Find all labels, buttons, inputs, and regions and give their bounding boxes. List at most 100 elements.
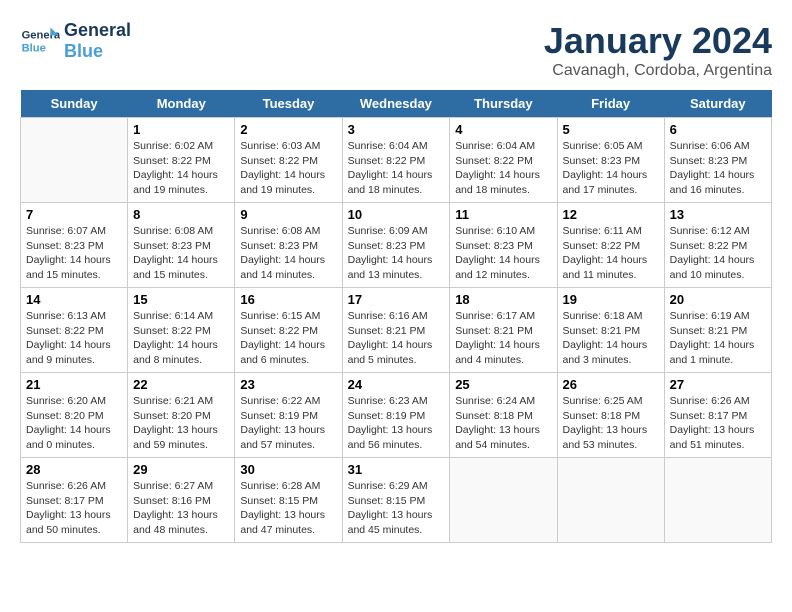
calendar-cell: 1Sunrise: 6:02 AMSunset: 8:22 PMDaylight…	[128, 118, 235, 203]
calendar-cell: 5Sunrise: 6:05 AMSunset: 8:23 PMDaylight…	[557, 118, 664, 203]
date-number: 18	[455, 292, 551, 307]
date-number: 20	[670, 292, 766, 307]
cell-info: Sunrise: 6:12 AM	[670, 224, 766, 239]
svg-text:Blue: Blue	[22, 42, 46, 54]
date-number: 7	[26, 207, 122, 222]
date-number: 22	[133, 377, 229, 392]
calendar-cell: 25Sunrise: 6:24 AMSunset: 8:18 PMDayligh…	[450, 373, 557, 458]
calendar-cell: 16Sunrise: 6:15 AMSunset: 8:22 PMDayligh…	[235, 288, 342, 373]
cell-info: Sunrise: 6:25 AM	[563, 394, 659, 409]
date-number: 9	[240, 207, 336, 222]
date-number: 31	[348, 462, 445, 477]
calendar-cell: 6Sunrise: 6:06 AMSunset: 8:23 PMDaylight…	[664, 118, 771, 203]
cell-info: Daylight: 14 hours and 6 minutes.	[240, 338, 336, 367]
cell-info: Sunset: 8:23 PM	[670, 154, 766, 169]
logo-blue: Blue	[64, 41, 131, 62]
date-number: 21	[26, 377, 122, 392]
cell-info: Sunrise: 6:05 AM	[563, 139, 659, 154]
cell-info: Daylight: 13 hours and 57 minutes.	[240, 423, 336, 452]
cell-info: Sunset: 8:18 PM	[455, 409, 551, 424]
week-row-4: 21Sunrise: 6:20 AMSunset: 8:20 PMDayligh…	[21, 373, 772, 458]
cell-info: Sunset: 8:20 PM	[26, 409, 122, 424]
calendar-cell: 2Sunrise: 6:03 AMSunset: 8:22 PMDaylight…	[235, 118, 342, 203]
header: General Blue General Blue January 2024 C…	[20, 20, 772, 80]
cell-info: Sunset: 8:15 PM	[240, 494, 336, 509]
cell-info: Sunrise: 6:04 AM	[348, 139, 445, 154]
date-number: 27	[670, 377, 766, 392]
cell-info: Sunrise: 6:28 AM	[240, 479, 336, 494]
date-number: 26	[563, 377, 659, 392]
date-number: 23	[240, 377, 336, 392]
cell-info: Daylight: 14 hours and 15 minutes.	[133, 253, 229, 282]
date-number: 1	[133, 122, 229, 137]
date-number: 6	[670, 122, 766, 137]
cell-info: Daylight: 13 hours and 51 minutes.	[670, 423, 766, 452]
location-title: Cavanagh, Cordoba, Argentina	[544, 62, 772, 80]
cell-info: Daylight: 14 hours and 18 minutes.	[348, 168, 445, 197]
cell-info: Daylight: 13 hours and 45 minutes.	[348, 508, 445, 537]
calendar-cell: 22Sunrise: 6:21 AMSunset: 8:20 PMDayligh…	[128, 373, 235, 458]
date-number: 2	[240, 122, 336, 137]
date-number: 24	[348, 377, 445, 392]
cell-info: Sunrise: 6:22 AM	[240, 394, 336, 409]
cell-info: Daylight: 14 hours and 15 minutes.	[26, 253, 122, 282]
cell-info: Daylight: 14 hours and 10 minutes.	[670, 253, 766, 282]
cell-info: Sunrise: 6:26 AM	[670, 394, 766, 409]
calendar-cell: 12Sunrise: 6:11 AMSunset: 8:22 PMDayligh…	[557, 203, 664, 288]
cell-info: Daylight: 14 hours and 19 minutes.	[240, 168, 336, 197]
cell-info: Sunrise: 6:16 AM	[348, 309, 445, 324]
calendar-table: SundayMondayTuesdayWednesdayThursdayFrid…	[20, 90, 772, 543]
cell-info: Sunrise: 6:02 AM	[133, 139, 229, 154]
cell-info: Sunrise: 6:11 AM	[563, 224, 659, 239]
calendar-cell: 8Sunrise: 6:08 AMSunset: 8:23 PMDaylight…	[128, 203, 235, 288]
calendar-cell: 10Sunrise: 6:09 AMSunset: 8:23 PMDayligh…	[342, 203, 450, 288]
cell-info: Sunset: 8:20 PM	[133, 409, 229, 424]
cell-info: Daylight: 13 hours and 56 minutes.	[348, 423, 445, 452]
cell-info: Daylight: 14 hours and 4 minutes.	[455, 338, 551, 367]
cell-info: Daylight: 13 hours and 47 minutes.	[240, 508, 336, 537]
cell-info: Sunset: 8:22 PM	[26, 324, 122, 339]
calendar-cell: 17 Sunrise: 6:16 AMSunset: 8:21 PMDayligh…	[342, 288, 450, 373]
day-header-tuesday: Tuesday	[235, 90, 342, 118]
date-number: 12	[563, 207, 659, 222]
calendar-cell: 13Sunrise: 6:12 AMSunset: 8:22 PMDayligh…	[664, 203, 771, 288]
calendar-cell: 26Sunrise: 6:25 AMSunset: 8:18 PMDayligh…	[557, 373, 664, 458]
date-number: 17	[348, 292, 445, 307]
title-area: January 2024 Cavanagh, Cordoba, Argentin…	[544, 20, 772, 80]
cell-info: Daylight: 14 hours and 8 minutes.	[133, 338, 229, 367]
calendar-cell: 20Sunrise: 6:19 AMSunset: 8:21 PMDayligh…	[664, 288, 771, 373]
cell-info: Daylight: 14 hours and 1 minute.	[670, 338, 766, 367]
date-number: 4	[455, 122, 551, 137]
cell-info: Sunrise: 6:10 AM	[455, 224, 551, 239]
cell-info: Daylight: 14 hours and 19 minutes.	[133, 168, 229, 197]
cell-info: Sunset: 8:22 PM	[563, 239, 659, 254]
cell-info: Sunset: 8:23 PM	[348, 239, 445, 254]
cell-info: Daylight: 14 hours and 0 minutes.	[26, 423, 122, 452]
cell-info: Sunset: 8:21 PM	[563, 324, 659, 339]
logo-icon: General Blue	[20, 21, 60, 61]
cell-info: Daylight: 14 hours and 5 minutes.	[348, 338, 445, 367]
cell-info: Sunrise: 6:23 AM	[348, 394, 445, 409]
calendar-cell	[21, 118, 128, 203]
cell-info: Daylight: 14 hours and 18 minutes.	[455, 168, 551, 197]
date-number: 10	[348, 207, 445, 222]
cell-info: Daylight: 14 hours and 14 minutes.	[240, 253, 336, 282]
calendar-cell: 18Sunrise: 6:17 AMSunset: 8:21 PMDayligh…	[450, 288, 557, 373]
calendar-cell	[450, 458, 557, 543]
cell-info: Daylight: 14 hours and 3 minutes.	[563, 338, 659, 367]
date-number: 8	[133, 207, 229, 222]
cell-info: Sunset: 8:21 PM	[348, 324, 445, 339]
cell-info: Sunrise: 6:09 AM	[348, 224, 445, 239]
calendar-cell: 24Sunrise: 6:23 AMSunset: 8:19 PMDayligh…	[342, 373, 450, 458]
date-number: 15	[133, 292, 229, 307]
week-row-3: 14Sunrise: 6:13 AMSunset: 8:22 PMDayligh…	[21, 288, 772, 373]
cell-info: Sunrise: 6:13 AM	[26, 309, 122, 324]
calendar-cell: 14Sunrise: 6:13 AMSunset: 8:22 PMDayligh…	[21, 288, 128, 373]
cell-info: Sunset: 8:22 PM	[240, 324, 336, 339]
month-title: January 2024	[544, 20, 772, 62]
cell-info: Sunset: 8:22 PM	[455, 154, 551, 169]
cell-info: Sunrise: 6:03 AM	[240, 139, 336, 154]
cell-info: Sunrise: 6:15 AM	[240, 309, 336, 324]
cell-info: Sunrise: 6:07 AM	[26, 224, 122, 239]
cell-info: Sunset: 8:18 PM	[563, 409, 659, 424]
